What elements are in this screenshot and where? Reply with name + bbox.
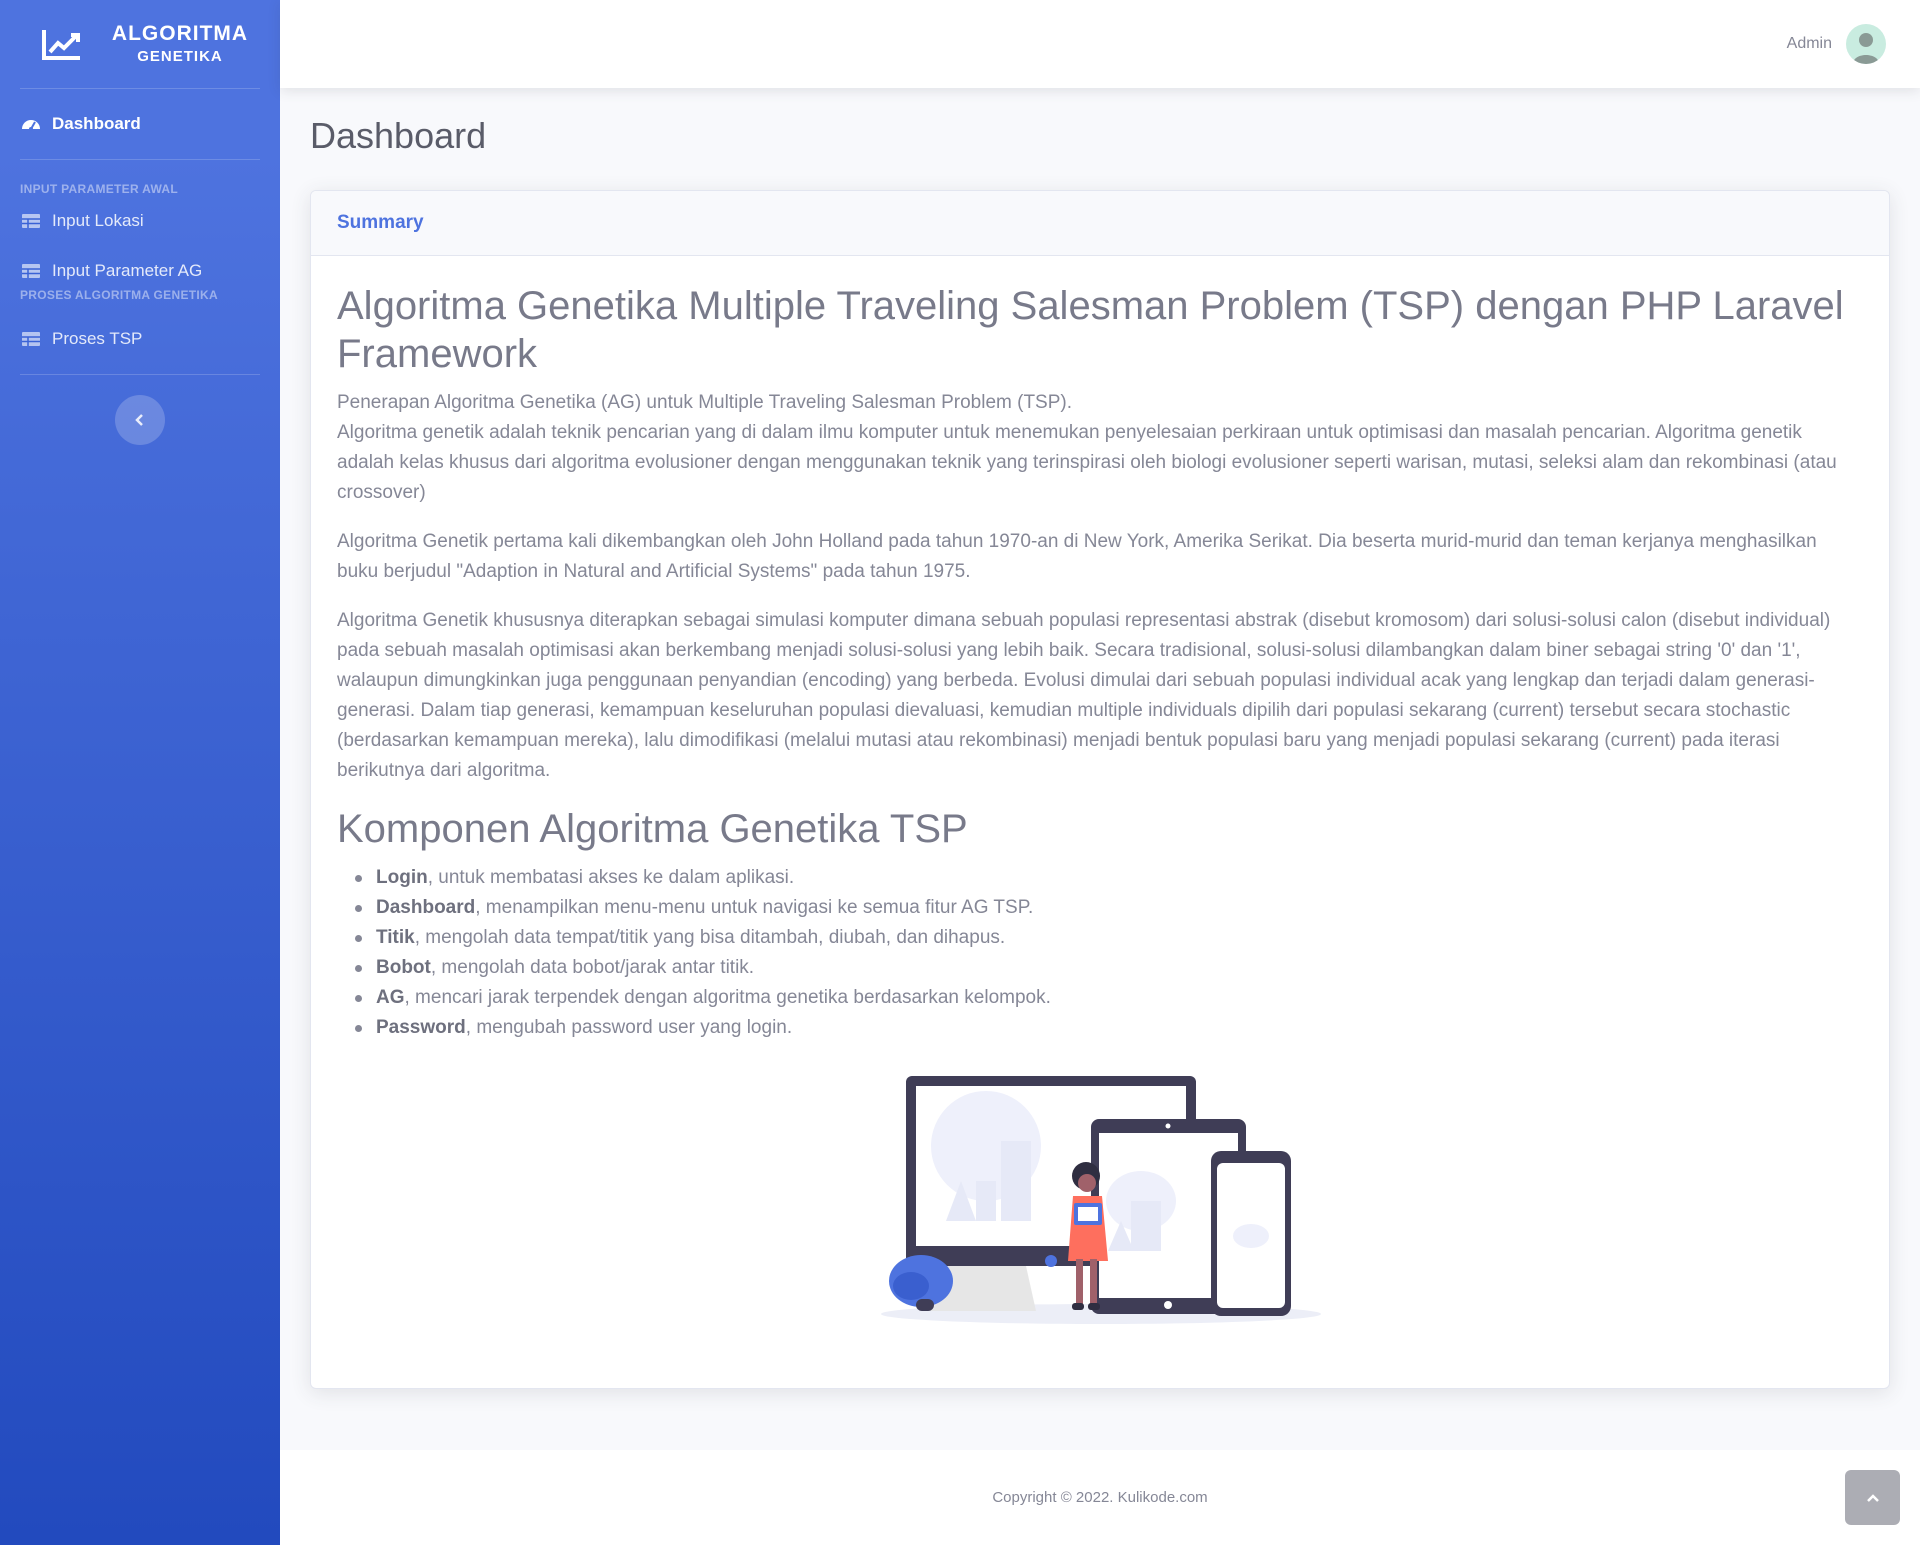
sidebar-toggle-button[interactable] (115, 395, 165, 445)
component-desc: , mengubah password user yang login. (465, 1017, 793, 1038)
component-desc: , untuk membatasi akses ke dalam aplikas… (427, 867, 795, 888)
sidebar-item-label: Input Parameter AG (52, 261, 203, 280)
component-desc: , menampilkan menu-menu untuk navigasi k… (475, 897, 1034, 918)
components-title: Komponen Algoritma Genetika TSP (337, 807, 968, 851)
list-item: Dashboard, menampilkan menu-menu untuk n… (355, 893, 1863, 923)
chevron-up-icon (1866, 1493, 1879, 1502)
sidebar-heading-proses: PROSES ALGORITMA GENETIKA (20, 288, 218, 302)
chart-line-icon (41, 28, 82, 60)
scroll-to-top-button[interactable] (1845, 1470, 1900, 1525)
table-icon (20, 330, 42, 348)
sidebar-divider (20, 159, 260, 160)
component-name: Password (376, 1017, 466, 1038)
component-name: Bobot (376, 957, 431, 978)
table-icon (20, 212, 42, 230)
card-header-title: Summary (337, 212, 424, 233)
summary-card: Summary Algoritma Genetika Multiple Trav… (310, 190, 1890, 1389)
component-desc: , mencari jarak terpendek dengan algorit… (404, 987, 1051, 1008)
chevron-left-icon (135, 414, 143, 426)
sidebar-item-dashboard[interactable]: Dashboard (0, 89, 280, 159)
list-item: Bobot, mengolah data bobot/jarak antar t… (355, 953, 1863, 983)
brand-text: ALGORITMA GENETIKA (112, 21, 248, 67)
avatar[interactable] (1846, 24, 1886, 64)
components-list: Login, untuk membatasi akses ke dalam ap… (337, 863, 1863, 1043)
table-icon (20, 262, 42, 280)
user-name[interactable]: Admin (1787, 35, 1832, 53)
component-name: Login (376, 867, 428, 888)
article-title: Algoritma Genetika Multiple Traveling Sa… (337, 284, 1844, 376)
card-header: Summary (311, 191, 1889, 256)
list-item: Titik, mengolah data tempat/titik yang b… (355, 923, 1863, 953)
sidebar-item-label: Proses TSP (52, 329, 143, 348)
list-item: Login, untuk membatasi akses ke dalam ap… (355, 863, 1863, 893)
page-title: Dashboard (310, 115, 487, 156)
component-name: AG (376, 987, 405, 1008)
sidebar-heading-input: INPUT PARAMETER AWAL (20, 182, 178, 196)
paragraph-2: Algoritma Genetik pertama kali dikembang… (337, 531, 1817, 582)
component-desc: , mengolah data bobot/jarak antar titik. (430, 957, 755, 978)
paragraph-1: Algoritma genetik adalah teknik pencaria… (337, 422, 1837, 503)
list-item: AG, mencari jarak terpendek dengan algor… (355, 983, 1863, 1013)
sidebar-item-label: Dashboard (52, 114, 141, 133)
sidebar-divider (20, 374, 260, 375)
footer: Copyright © 2022. Kulikode.com (280, 1450, 1920, 1545)
sidebar: ALGORITMA GENETIKA Dashboard INPUT PARAM… (0, 0, 280, 1545)
tachometer-icon (20, 115, 42, 133)
copyright-text: Copyright © 2022. Kulikode.com (992, 1489, 1208, 1506)
sidebar-item-proses-tsp[interactable]: Proses TSP (0, 314, 280, 364)
component-name: Dashboard (376, 897, 476, 918)
card-body: Algoritma Genetika Multiple Traveling Sa… (311, 256, 1889, 1069)
paragraph-3: Algoritma Genetik khususnya diterapkan s… (337, 610, 1831, 781)
sidebar-item-input-lokasi[interactable]: Input Lokasi (0, 196, 280, 246)
devices-illustration (881, 1076, 1321, 1324)
sidebar-brand[interactable]: ALGORITMA GENETIKA (0, 0, 280, 88)
component-desc: , mengolah data tempat/titik yang bisa d… (414, 927, 1006, 948)
user-avatar-icon (1853, 33, 1879, 64)
list-item: Password, mengubah password user yang lo… (355, 1013, 1863, 1043)
brand-line2: GENETIKA (137, 48, 223, 65)
intro-text: Penerapan Algoritma Genetika (AG) untuk … (337, 392, 1072, 413)
topbar: Admin (280, 0, 1920, 88)
sidebar-item-label: Input Lokasi (52, 211, 144, 230)
component-name: Titik (376, 927, 415, 948)
brand-line1: ALGORITMA (111, 22, 249, 45)
